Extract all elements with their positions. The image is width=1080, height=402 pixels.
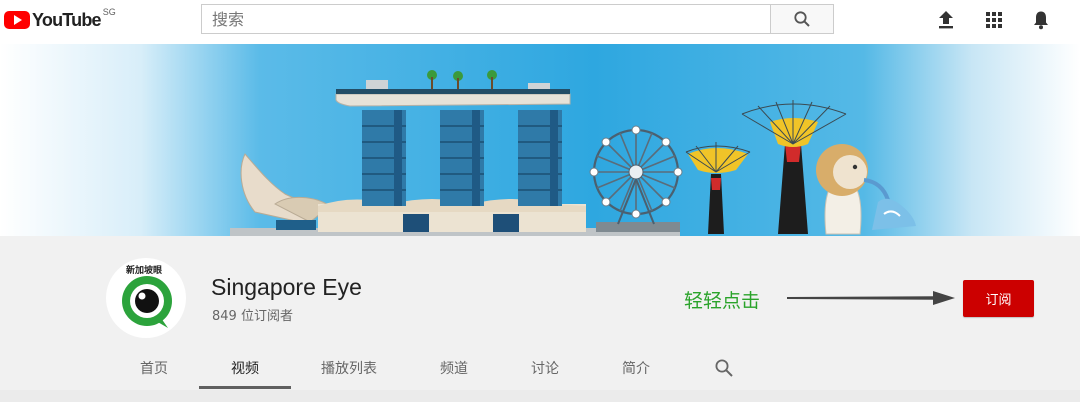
channel-search-button[interactable] bbox=[712, 356, 736, 380]
apps-button[interactable] bbox=[983, 9, 1005, 31]
search-bar bbox=[201, 4, 834, 34]
tab-playlists[interactable]: 播放列表 bbox=[303, 346, 395, 390]
youtube-logo[interactable]: YouTube SG bbox=[4, 7, 116, 32]
search-button[interactable] bbox=[770, 4, 834, 34]
annotation-text: 轻轻点击 bbox=[684, 290, 761, 312]
tab-about[interactable]: 简介 bbox=[590, 346, 682, 390]
notifications-button[interactable] bbox=[1030, 9, 1052, 31]
avatar-label: 新加坡眼 bbox=[126, 266, 163, 276]
upload-icon bbox=[939, 11, 953, 29]
search-icon bbox=[715, 359, 733, 377]
annotation-arrow-icon bbox=[787, 291, 955, 305]
play-logo-icon bbox=[4, 11, 30, 29]
page-body-background bbox=[0, 390, 1080, 402]
channel-avatar[interactable]: 新加坡眼 bbox=[106, 258, 186, 338]
channel-name: Singapore Eye bbox=[211, 274, 362, 300]
channel-banner bbox=[0, 44, 1080, 236]
singapore-skyline-illustration bbox=[0, 44, 1080, 236]
channel-tabs: 首页 视频 播放列表 频道 讨论 简介 bbox=[0, 346, 1080, 390]
tab-channels[interactable]: 频道 bbox=[408, 346, 500, 390]
top-bar: YouTube SG bbox=[0, 0, 1080, 40]
marina-bay-sands bbox=[335, 70, 571, 206]
tab-videos[interactable]: 视频 bbox=[199, 346, 291, 390]
tab-discussion[interactable]: 讨论 bbox=[499, 346, 591, 390]
apps-grid-icon bbox=[986, 12, 1002, 28]
upload-button[interactable] bbox=[935, 9, 957, 31]
search-input[interactable] bbox=[201, 4, 770, 34]
country-code: SG bbox=[102, 7, 116, 17]
logo-text: YouTube bbox=[32, 9, 102, 30]
search-icon bbox=[794, 11, 810, 27]
subscriber-count: 849 位订阅者 bbox=[212, 309, 293, 324]
notifications-bell-icon bbox=[1034, 11, 1048, 30]
subscribe-button[interactable]: 订阅 bbox=[963, 280, 1034, 317]
tab-home[interactable]: 首页 bbox=[108, 346, 200, 390]
